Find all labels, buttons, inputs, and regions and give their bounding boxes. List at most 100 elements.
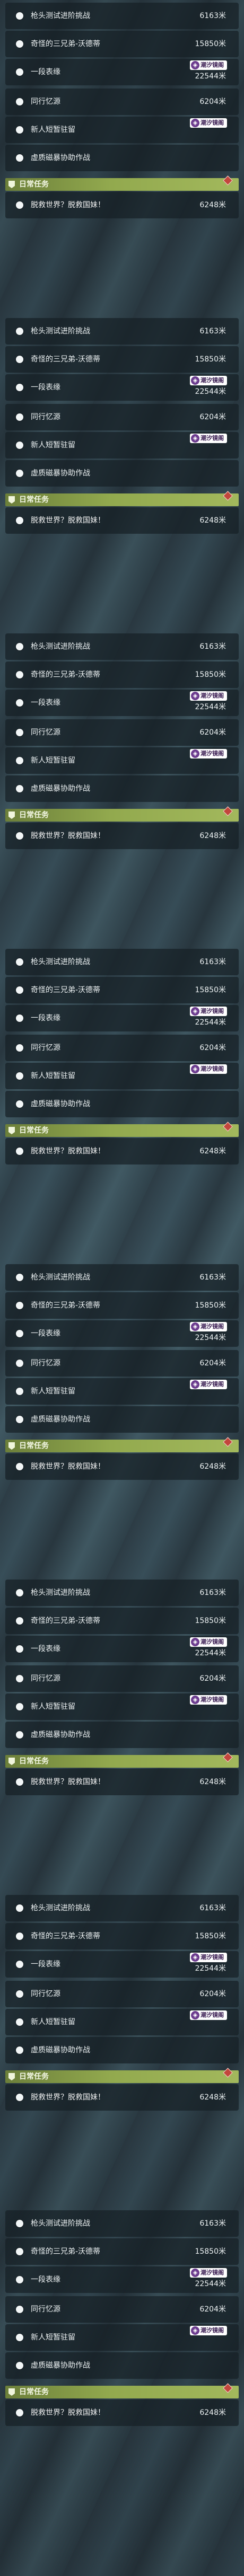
quest-title: 枪头测试进阶挑战 [31,1273,90,1282]
quest-row[interactable]: 虚质磁暴协助作战 [5,2037,239,2063]
circle-bullet-icon [16,413,23,421]
circle-bullet-icon [16,2362,23,2369]
location-badge: ◈ 潮汐镜阁 [190,749,227,758]
quest-title: 虚质磁暴协助作战 [31,1415,90,1424]
quest-row[interactable]: 虚质磁暴协助作战 [5,1406,239,1433]
flag-icon [8,2388,15,2396]
daily-section-header[interactable]: 日常任务 [5,1122,239,1137]
quest-row[interactable]: 同行忆源 6204米 [5,1981,239,2007]
quest-row[interactable]: 枪头测试进阶挑战 6163米 [5,2210,239,2237]
quest-row[interactable]: 新人短暂驻留 ◈ 潮汐镜阁 [5,1063,239,1089]
circle-bullet-icon [16,958,23,966]
daily-quest-row[interactable]: 脱救世界？脱救国妹！ 6248米 [5,1138,239,1165]
quest-row[interactable]: 同行忆源 6204米 [5,89,239,115]
quest-row[interactable]: 同行忆源 6204米 [5,404,239,430]
quest-row[interactable]: 枪头测试进阶挑战 6163米 [5,1580,239,1606]
quest-row[interactable]: 枪头测试进阶挑战 6163米 [5,3,239,29]
quest-row[interactable]: 一段表缘 ◈ 潮汐镜阁 22544米 [5,59,239,85]
quest-tracker-screen: 枪头测试进阶挑战 6163米 奇怪的三兄弟-沃德蒂 15850米 一段表缘 ◈ 潮汐镜阁 22… [0,0,244,2576]
daily-section-header[interactable]: 日常任务 [5,1437,239,1452]
quest-row[interactable]: 枪头测试进阶挑战 6163米 [5,318,239,345]
circle-bullet-icon [16,40,23,48]
quest-row[interactable]: 枪头测试进阶挑战 6163米 [5,633,239,660]
circle-bullet-icon [16,2248,23,2255]
quest-distance: 22544米 [195,1964,226,1973]
quest-row[interactable]: 新人短暂驻留 ◈ 潮汐镜阁 [5,2324,239,2351]
quest-row[interactable]: 新人短暂驻留 ◈ 潮汐镜阁 [5,117,239,143]
daily-quest-row[interactable]: 脱救世界？脱救国妹！ 6248米 [5,192,239,218]
quest-row[interactable]: 枪头测试进阶挑战 6163米 [5,1264,239,1291]
quest-row[interactable]: 新人短暂驻留 ◈ 潮汐镜阁 [5,1378,239,1405]
circle-bullet-icon [16,2276,23,2283]
quest-row[interactable]: 一段表缘 ◈ 潮汐镜阁 22544米 [5,1636,239,1662]
tidal-mirror-icon: ◈ [191,61,199,69]
daily-section-header[interactable]: 日常任务 [5,175,239,191]
quest-row[interactable]: 枪头测试进阶挑战 6163米 [5,1895,239,1921]
daily-quest-row[interactable]: 脱救世界？脱救国妹！ 6248米 [5,1769,239,1795]
quest-row[interactable]: 同行忆源 6204米 [5,1035,239,1061]
tidal-mirror-icon: ◈ [191,692,199,700]
quest-distance: 6204米 [199,98,226,106]
daily-section-header[interactable]: 日常任务 [5,491,239,506]
quest-row[interactable]: 奇怪的三兄弟-沃德蒂 15850米 [5,1292,239,1319]
quest-row[interactable]: 一段表缘 ◈ 潮汐镜阁 22544米 [5,690,239,716]
quest-block: 枪头测试进阶挑战 6163米 奇怪的三兄弟-沃德蒂 15850米 一段表缘 ◈ 潮汐镜阁 22… [0,949,244,1264]
quest-row[interactable]: 新人短暂驻留 ◈ 潮汐镜阁 [5,1693,239,1720]
quest-row[interactable]: 同行忆源 6204米 [5,1665,239,1692]
quest-row[interactable]: 一段表缘 ◈ 潮汐镜阁 22544米 [5,374,239,401]
section-label: 日常任务 [19,1126,49,1135]
daily-section-header[interactable]: 日常任务 [5,2068,239,2083]
quest-row[interactable]: 虚质磁暴协助作战 [5,1091,239,1117]
quest-distance: 15850米 [195,2247,226,2256]
daily-quest-row[interactable]: 脱救世界？脱救国妹！ 6248米 [5,1453,239,1480]
quest-row[interactable]: 同行忆源 6204米 [5,2296,239,2323]
quest-row[interactable]: 新人短暂驻留 ◈ 潮汐镜阁 [5,2009,239,2035]
quest-row[interactable]: 一段表缘 ◈ 潮汐镜阁 22544米 [5,1005,239,1031]
quest-row[interactable]: 一段表缘 ◈ 潮汐镜阁 22544米 [5,1951,239,1978]
circle-bullet-icon [16,729,23,736]
quest-row[interactable]: 同行忆源 6204米 [5,719,239,746]
quest-row[interactable]: 虚质磁暴协助作战 [5,2352,239,2379]
quest-distance: 6163米 [199,2219,226,2228]
quest-title: 新人短暂驻留 [31,2018,75,2026]
circle-bullet-icon [16,1302,23,1309]
daily-quest-row[interactable]: 脱救世界？脱救国妹！ 6248米 [5,507,239,534]
quest-row[interactable]: 枪头测试进阶挑战 6163米 [5,949,239,975]
daily-quest-row[interactable]: 脱救世界？脱救国妹！ 6248米 [5,823,239,849]
quest-row[interactable]: 虚质磁暴协助作战 [5,1722,239,1748]
location-badge-label: 潮汐镜阁 [201,435,224,442]
quest-row[interactable]: 新人短暂驻留 ◈ 潮汐镜阁 [5,432,239,458]
diamond-marker-icon [223,1122,233,1132]
quest-row[interactable]: 奇怪的三兄弟-沃德蒂 15850米 [5,1923,239,1949]
quest-row[interactable]: 奇怪的三兄弟-沃德蒂 15850米 [5,346,239,373]
daily-section-header[interactable]: 日常任务 [5,1752,239,1768]
quest-row[interactable]: 同行忆源 6204米 [5,1350,239,1377]
daily-quest-row[interactable]: 脱救世界？脱救国妹！ 6248米 [5,2084,239,2111]
circle-bullet-icon [16,757,23,764]
quest-title: 虚质磁暴协助作战 [31,469,90,478]
quest-title: 枪头测试进阶挑战 [31,2219,90,2228]
quest-row[interactable]: 虚质磁暴协助作战 [5,775,239,802]
quest-block: 枪头测试进阶挑战 6163米 奇怪的三兄弟-沃德蒂 15850米 一段表缘 ◈ 潮汐镜阁 22… [0,1580,244,1895]
quest-distance: 22544米 [195,2280,226,2288]
quest-title: 奇怪的三兄弟-沃德蒂 [31,671,101,679]
quest-row[interactable]: 奇怪的三兄弟-沃德蒂 15850米 [5,977,239,1003]
location-badge-label: 潮汐镜阁 [201,61,224,68]
quest-row[interactable]: 虚质磁暴协助作战 [5,460,239,487]
quest-row[interactable]: 一段表缘 ◈ 潮汐镜阁 22544米 [5,1320,239,1347]
quest-title: 新人短暂驻留 [31,756,75,765]
quest-row[interactable]: 奇怪的三兄弟-沃德蒂 15850米 [5,2238,239,2265]
quest-title: 奇怪的三兄弟-沃德蒂 [31,355,101,364]
location-badge-label: 潮汐镜阁 [201,692,224,699]
daily-section-header[interactable]: 日常任务 [5,806,239,822]
quest-row[interactable]: 虚质磁暴协助作战 [5,145,239,171]
quest-row[interactable]: 一段表缘 ◈ 潮汐镜阁 22544米 [5,2266,239,2293]
quest-row[interactable]: 奇怪的三兄弟-沃德蒂 15850米 [5,31,239,57]
diamond-marker-icon [223,2068,233,2078]
quest-row[interactable]: 奇怪的三兄弟-沃德蒂 15850米 [5,661,239,688]
quest-row[interactable]: 新人短暂驻留 ◈ 潮汐镜阁 [5,747,239,774]
quest-row[interactable]: 奇怪的三兄弟-沃德蒂 15850米 [5,1608,239,1634]
daily-quest-row[interactable]: 脱救世界？脱救国妹！ 6248米 [5,2399,239,2426]
quest-distance: 6163米 [199,1273,226,1282]
daily-section-header[interactable]: 日常任务 [5,2383,239,2398]
